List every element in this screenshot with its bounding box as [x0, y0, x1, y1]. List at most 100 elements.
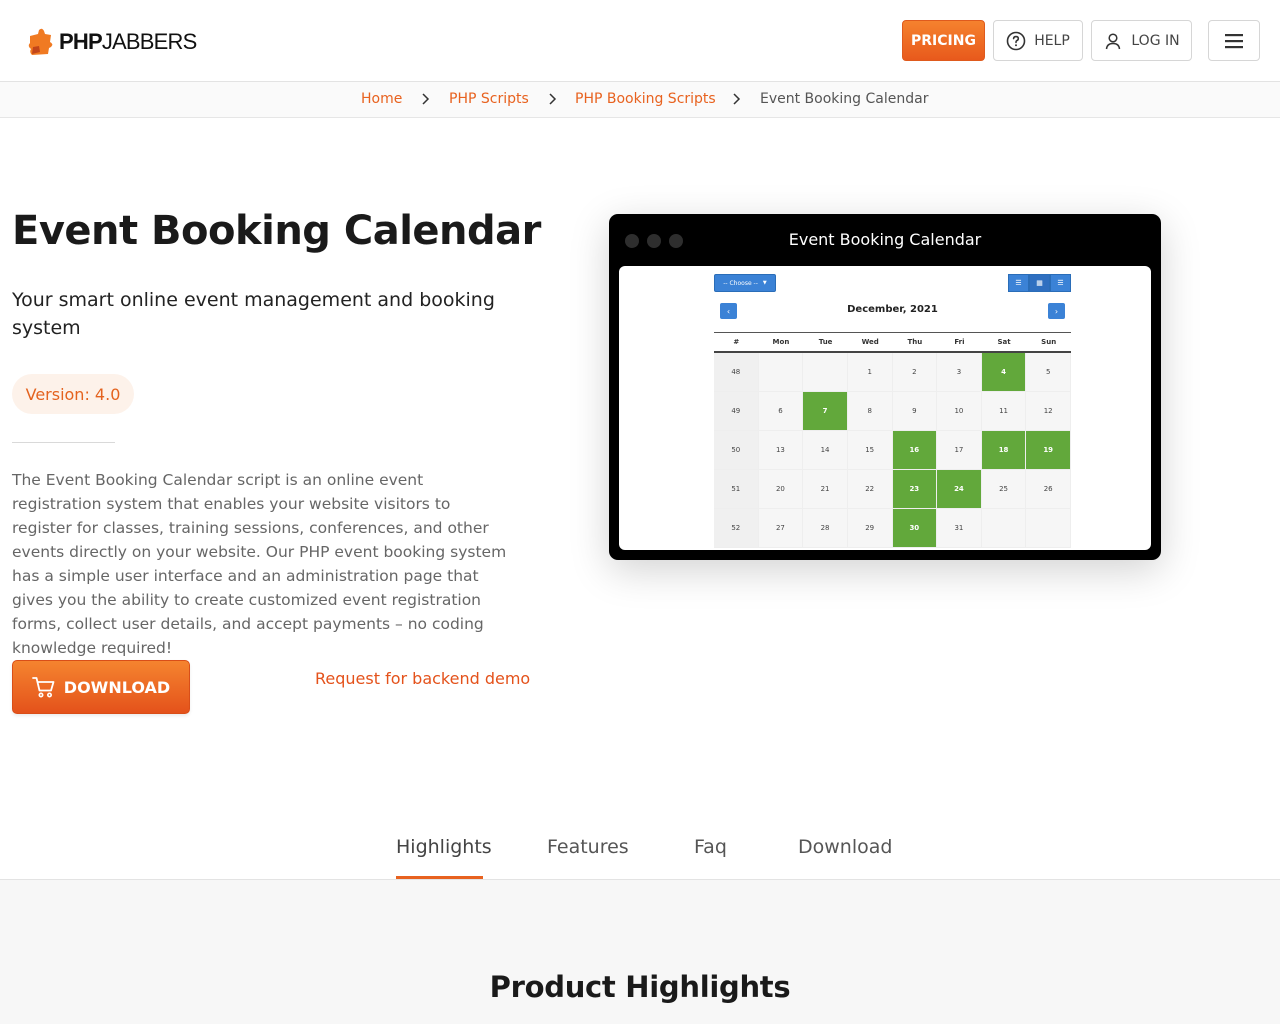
page-title: Event Booking Calendar: [12, 208, 541, 254]
calendar-day-header: Wed: [861, 338, 879, 346]
chevron-right-icon: [733, 93, 741, 105]
pricing-button[interactable]: PRICING: [902, 20, 985, 61]
section-tabs: Highlights Features Faq Download: [0, 820, 1280, 880]
list-view-icon: ☰: [1050, 274, 1071, 292]
product-preview-window: Event Booking Calendar -- Choose -- ▼ ☰ …: [609, 214, 1161, 560]
calendar-week-row: 49 6 7 8 9 10 11 12: [714, 392, 1071, 431]
preview-window-title: Event Booking Calendar: [788, 230, 982, 249]
logo-text-light: JABBERS: [101, 29, 197, 54]
calendar-grid: 48 1 2 3 4 5 49 6 7 8 9 10 11 12 50 13 14 15 16 17 18 19 51 20 2…: [714, 353, 1071, 548]
page-subtitle: Your smart online event management and b…: [12, 289, 495, 339]
calendar-day-cell: 20: [758, 470, 804, 509]
calendar-day-header: Tue: [818, 338, 833, 346]
breadcrumb-home[interactable]: Home: [361, 91, 402, 107]
breadcrumb-php-booking-scripts[interactable]: PHP Booking Scripts: [575, 91, 716, 107]
calendar-day-cell: 7: [803, 392, 848, 431]
calendar-day-header: Thu: [907, 338, 923, 346]
calendar-day-cell: 6: [758, 392, 804, 431]
calendar-week-row: 52 27 28 29 30 31: [714, 509, 1071, 548]
week-number-cell: 49: [714, 392, 759, 431]
calendar-day-header: Sat: [997, 338, 1011, 346]
calendar-day-cell: 22: [847, 470, 893, 509]
section-title: Product Highlights: [489, 970, 791, 1004]
calendar-day-cell: 1: [847, 353, 893, 392]
calendar-day-cell: 27: [758, 509, 804, 548]
calendar-day-cell: [981, 509, 1027, 548]
calendar-day-cell: 16: [892, 431, 938, 470]
choose-dropdown: -- Choose -- ▼: [714, 274, 776, 292]
tab-features[interactable]: Features: [547, 836, 629, 858]
calendar-day-header: Sun: [1041, 338, 1057, 346]
choose-label: -- Choose --: [723, 279, 758, 287]
pricing-label: PRICING: [911, 32, 976, 49]
calendar-day-cell: 12: [1026, 392, 1071, 431]
breadcrumb-php-scripts[interactable]: PHP Scripts: [449, 91, 529, 107]
calendar-day-cell: 30: [892, 509, 938, 548]
product-description: The Event Booking Calendar script is an …: [12, 471, 507, 657]
calendar-day-cell: 2: [892, 353, 938, 392]
caret-down-icon: ▼: [762, 280, 767, 286]
week-number-cell: 51: [714, 470, 759, 509]
calendar-day-cell: 8: [847, 392, 893, 431]
backend-demo-link[interactable]: Request for backend demo: [315, 669, 530, 688]
calendar-day-header: Mon: [772, 338, 790, 346]
calendar-day-cell: [803, 353, 848, 392]
calendar-day-cell: 25: [981, 470, 1027, 509]
calendar-header-row: # Mon Tue Wed Thu Fri Sat Sun: [714, 332, 1071, 353]
download-button[interactable]: DOWNLOAD: [12, 660, 190, 714]
login-label: LOG IN: [1131, 32, 1180, 49]
calendar-day-cell: [1026, 509, 1071, 548]
calendar-day-cell: 29: [847, 509, 893, 548]
week-number-cell: 48: [714, 353, 759, 392]
view-switcher: ☰ ▦ ☰: [1008, 274, 1071, 292]
user-icon: [1106, 32, 1121, 49]
help-button[interactable]: HELP: [993, 20, 1083, 61]
shopping-cart-icon: [31, 677, 55, 698]
site-logo[interactable]: PHPJABBERS: [24, 26, 197, 58]
calendar-day-cell: 26: [1026, 470, 1071, 509]
site-header: PHPJABBERS PRICING HELP LOG IN: [0, 0, 1280, 82]
calendar-day-cell: 14: [803, 431, 848, 470]
tab-download[interactable]: Download: [798, 836, 892, 858]
hamburger-menu-icon: [1225, 33, 1243, 48]
tab-highlights[interactable]: Highlights: [396, 836, 492, 858]
logo-text-bold: PHP: [59, 29, 103, 54]
calendar-day-header: #: [733, 338, 740, 346]
calendar-day-cell: 10: [937, 392, 982, 431]
grid-view-icon: ▦: [1029, 274, 1050, 292]
download-label: DOWNLOAD: [63, 677, 171, 697]
version-badge: Version: 4.0: [12, 374, 134, 414]
week-number-cell: 50: [714, 431, 759, 470]
calendar-month: December, 2021: [847, 304, 938, 315]
calendar-day-cell: 15: [847, 431, 893, 470]
login-button[interactable]: LOG IN: [1091, 20, 1192, 61]
question-circle-icon: [1006, 31, 1026, 50]
list-view-icon: ☰: [1008, 274, 1029, 292]
tab-faq[interactable]: Faq: [694, 836, 727, 858]
calendar-day-header: Fri: [954, 338, 965, 346]
help-label: HELP: [1034, 32, 1070, 49]
calendar-day-cell: 11: [981, 392, 1027, 431]
calendar-day-cell: 19: [1026, 431, 1071, 470]
calendar-week-row: 48 1 2 3 4 5: [714, 353, 1071, 392]
calendar-day-cell: 4: [981, 353, 1027, 392]
menu-button[interactable]: [1208, 20, 1260, 61]
calendar-day-cell: 31: [937, 509, 982, 548]
active-tab-indicator: [396, 876, 483, 879]
calendar-day-cell: 18: [981, 431, 1027, 470]
breadcrumb: Home PHP Scripts PHP Booking Scripts Eve…: [0, 82, 1280, 118]
calendar-day-cell: 24: [937, 470, 982, 509]
calendar-day-cell: 9: [892, 392, 938, 431]
calendar-day-cell: 3: [937, 353, 982, 392]
calendar-week-row: 50 13 14 15 16 17 18 19: [714, 431, 1071, 470]
next-month-icon: ›: [1048, 303, 1065, 319]
calendar-week-row: 51 20 21 22 23 24 25 26: [714, 470, 1071, 509]
puzzle-logo-icon: [28, 28, 53, 55]
calendar-day-cell: 13: [758, 431, 804, 470]
divider: [12, 442, 115, 443]
week-number-cell: 52: [714, 509, 759, 548]
calendar-day-cell: 28: [803, 509, 848, 548]
chevron-right-icon: [549, 93, 557, 105]
calendar-day-cell: [758, 353, 804, 392]
breadcrumb-current: Event Booking Calendar: [760, 91, 929, 107]
